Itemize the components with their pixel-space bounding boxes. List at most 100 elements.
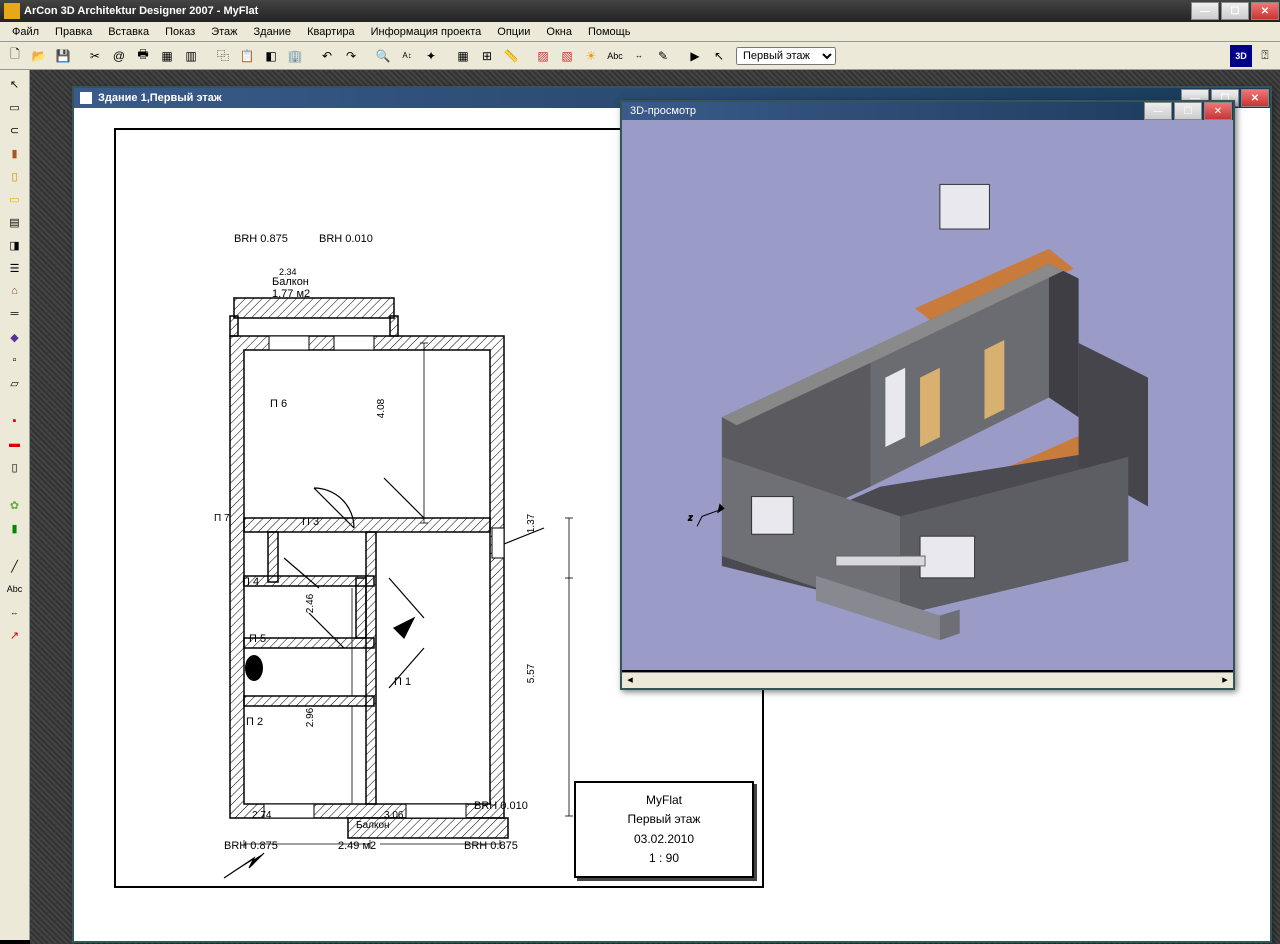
roof-tool-icon[interactable]: ⌂ <box>4 281 26 301</box>
chimney-tool-icon[interactable]: ▯ <box>4 166 26 186</box>
red1-tool-icon[interactable]: ▪ <box>4 411 26 431</box>
menu-projectinfo[interactable]: Информация проекта <box>363 24 490 40</box>
menu-help[interactable]: Помощь <box>580 24 639 40</box>
floor-tool-icon[interactable]: ▫ <box>4 350 26 370</box>
label-icon[interactable]: Abc <box>604 45 626 67</box>
preview-maximize-button[interactable]: ☐ <box>1174 102 1202 120</box>
dim-5-57: 5.57 <box>526 664 537 683</box>
plot-icon[interactable]: ▥ <box>180 45 202 67</box>
preview-icon[interactable]: ▦ <box>156 45 178 67</box>
arc-tool-icon[interactable]: ⊂ <box>4 120 26 140</box>
text-tool-icon[interactable]: Abc <box>4 579 26 599</box>
render2-icon[interactable]: ▧ <box>556 45 578 67</box>
arrow-icon[interactable]: ▶ <box>684 45 706 67</box>
undo-icon[interactable]: ↶ <box>316 45 338 67</box>
dimension-tool-icon[interactable]: ↔ <box>4 602 26 622</box>
window-controls: — ☐ ✕ <box>1190 2 1280 20</box>
balcony-top-area: 1.77 м2 <box>272 288 310 300</box>
brh-bot-3: BRH 0.875 <box>464 840 518 852</box>
menu-edit[interactable]: Правка <box>47 24 100 40</box>
select-tool-icon[interactable]: ↖ <box>4 74 26 94</box>
mode-3d-button[interactable]: 3D <box>1230 45 1252 67</box>
terrain-tool-icon[interactable]: ▱ <box>4 373 26 393</box>
dim-2-74: 2.74 <box>252 810 271 821</box>
wall-tool-icon[interactable]: ▭ <box>4 97 26 117</box>
menu-windows[interactable]: Окна <box>538 24 580 40</box>
preview-3d-viewport[interactable]: z <box>622 120 1233 670</box>
menu-building[interactable]: Здание <box>246 24 300 40</box>
building-icon[interactable]: 🏢 <box>284 45 306 67</box>
slab-tool-icon[interactable]: ▭ <box>4 189 26 209</box>
preview-3d-scrollbar[interactable]: ◂ ▸ <box>622 672 1233 688</box>
grid-icon[interactable]: ▦ <box>452 45 474 67</box>
dim-icon[interactable]: ↔ <box>628 45 650 67</box>
door-tool-icon[interactable]: ◨ <box>4 235 26 255</box>
render1-icon[interactable]: ▨ <box>532 45 554 67</box>
minimize-button[interactable]: — <box>1191 2 1219 20</box>
top-toolbar: 🗋 📂 💾 ✂ @ 🖶 ▦ ▥ ⿻ 📋 ◧ 🏢 ↶ ↷ 🔍 A↕ ✦ ▦ ⊞ 📏… <box>0 42 1280 70</box>
print-icon[interactable]: 🖶 <box>132 45 154 67</box>
open-icon[interactable]: 📂 <box>28 45 50 67</box>
menu-show[interactable]: Показ <box>157 24 203 40</box>
balcony-top-label: Балкон <box>272 276 309 288</box>
menu-insert[interactable]: Вставка <box>100 24 157 40</box>
ruler-icon[interactable]: 📏 <box>500 45 522 67</box>
room-p1: П 1 <box>394 676 411 688</box>
close-button[interactable]: ✕ <box>1251 2 1279 20</box>
brh-top-2: BRH 0.010 <box>319 233 373 245</box>
support-tool-icon[interactable]: ▮ <box>4 143 26 163</box>
menu-file[interactable]: Файл <box>4 24 47 40</box>
mail-icon[interactable]: @ <box>108 45 130 67</box>
balcony-bot-area: 2.49 м2 <box>338 840 376 852</box>
zoom-icon[interactable]: 🔍 <box>372 45 394 67</box>
maximize-button[interactable]: ☐ <box>1221 2 1249 20</box>
floor-select[interactable]: Первый этаж <box>736 47 836 65</box>
red2-tool-icon[interactable]: ▬ <box>4 434 26 454</box>
balcony-bot-label: Балкон <box>356 820 390 831</box>
menu-options[interactable]: Опции <box>489 24 538 40</box>
redo-icon[interactable]: ↷ <box>340 45 362 67</box>
room-p3: П 3 <box>302 516 319 528</box>
paste-icon[interactable]: 📋 <box>236 45 258 67</box>
app-titlebar: ArCon 3D Architektur Designer 2007 - MyF… <box>0 0 1280 22</box>
garden-tool-icon[interactable]: ✿ <box>4 495 26 515</box>
compass-icon[interactable]: ✦ <box>420 45 442 67</box>
beam-tool-icon[interactable]: ═ <box>4 304 26 324</box>
plan-window-icon <box>80 92 92 104</box>
layer-icon[interactable]: ◧ <box>260 45 282 67</box>
help-icon[interactable]: ⍰ <box>1254 45 1276 67</box>
cut-icon[interactable]: ✂ <box>84 45 106 67</box>
new-icon[interactable]: 🗋 <box>4 45 26 67</box>
snap-icon[interactable]: ⊞ <box>476 45 498 67</box>
plan-close-button[interactable]: ✕ <box>1241 89 1269 107</box>
menubar: Файл Правка Вставка Показ Этаж Здание Кв… <box>0 22 1280 42</box>
room-p2: П 2 <box>246 716 263 728</box>
zoom-text-icon[interactable]: A↕ <box>396 45 418 67</box>
dim-2-46: 2.46 <box>305 594 316 613</box>
preview-3d-window: 3D-просмотр — ☐ ✕ <box>620 100 1235 690</box>
menu-apartment[interactable]: Квартира <box>299 24 363 40</box>
north-tool-icon[interactable]: ↗ <box>4 625 26 645</box>
stairs-tool-icon[interactable]: ☰ <box>4 258 26 278</box>
line-tool-icon[interactable]: ╱ <box>4 556 26 576</box>
window-tool-icon[interactable]: ▤ <box>4 212 26 232</box>
object-tool-icon[interactable]: ◆ <box>4 327 26 347</box>
fence-tool-icon[interactable]: ▮ <box>4 518 26 538</box>
sun-icon[interactable]: ☀ <box>580 45 602 67</box>
preview-close-button[interactable]: ✕ <box>1204 102 1232 120</box>
menu-floor[interactable]: Этаж <box>203 24 245 40</box>
brh-bot-1: BRH 0.875 <box>224 840 278 852</box>
preview-3d-title: 3D-просмотр <box>630 105 696 117</box>
pointer-icon[interactable]: ↖ <box>708 45 730 67</box>
dim-2-96: 2.96 <box>305 708 316 727</box>
preview-3d-titlebar[interactable]: 3D-просмотр — ☐ ✕ <box>622 102 1233 120</box>
outline-tool-icon[interactable]: ▯ <box>4 457 26 477</box>
copy-icon[interactable]: ⿻ <box>212 45 234 67</box>
preview-minimize-button[interactable]: — <box>1144 102 1172 120</box>
edit2-icon[interactable]: ✎ <box>652 45 674 67</box>
save-icon[interactable]: 💾 <box>52 45 74 67</box>
compass-icon: z <box>687 505 724 527</box>
room-p5: П 5 <box>249 633 266 645</box>
dim-4-08: 4.08 <box>376 399 387 418</box>
room-p4: П 4 <box>242 576 259 588</box>
